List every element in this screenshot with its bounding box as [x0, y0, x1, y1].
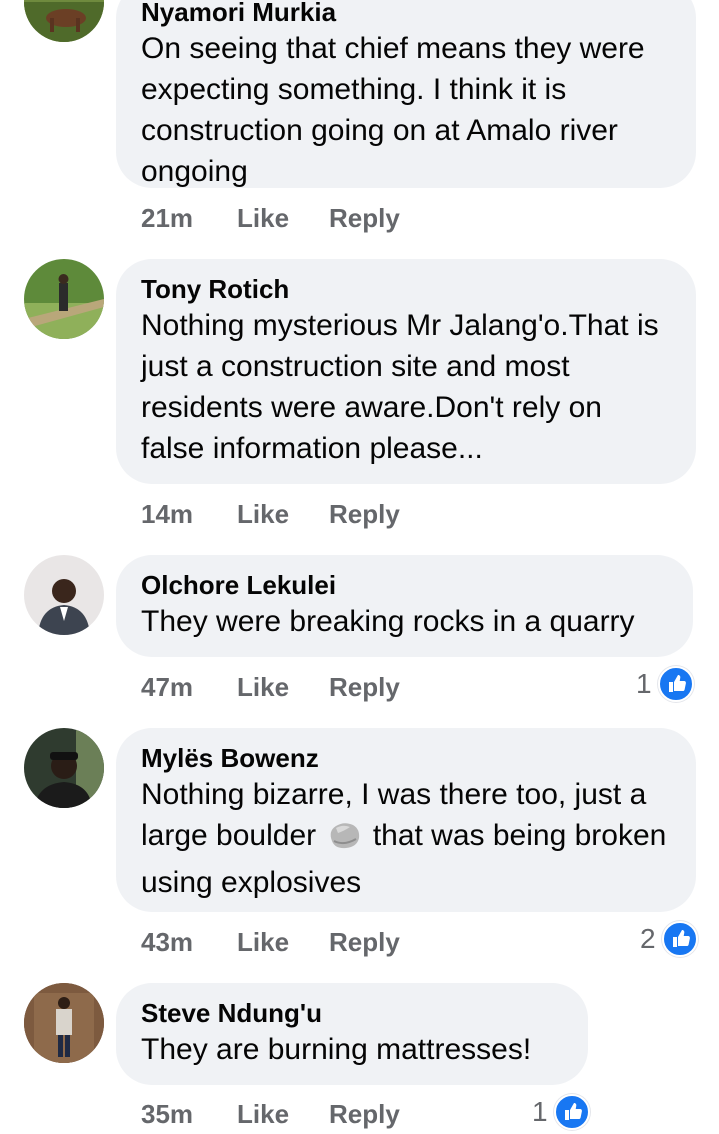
reply-button[interactable]: Reply [329, 203, 400, 234]
reply-button[interactable]: Reply [329, 499, 400, 530]
commenter-avatar[interactable] [24, 983, 104, 1063]
commenter-name[interactable]: Tony Rotich [141, 273, 672, 305]
comment-text: They are burning mattresses! [141, 1033, 532, 1066]
commenter-avatar[interactable] [24, 0, 104, 42]
thumbs-up-icon [553, 1094, 590, 1130]
comment-bubble: Nyamori Murkia On seeing that chief mean… [116, 0, 696, 188]
comment-timestamp[interactable]: 47m [141, 672, 237, 703]
reaction-count: 2 [640, 923, 656, 954]
comment-actions: 43m Like Reply [141, 922, 400, 962]
comment-timestamp[interactable]: 43m [141, 927, 237, 958]
commenter-avatar[interactable] [24, 555, 104, 635]
commenter-name[interactable]: Nyamori Murkia [141, 0, 672, 28]
comment-bubble: Olchore Lekulei They were breaking rocks… [116, 555, 693, 657]
comment-actions: 47m Like Reply [141, 667, 400, 707]
comment-bubble: Tony Rotich Nothing mysterious Mr Jalang… [116, 259, 696, 484]
reaction-summary[interactable]: 2 [640, 919, 698, 959]
commenter-name[interactable]: Mylës Bowenz [141, 742, 672, 774]
comment-actions: 14m Like Reply [141, 494, 400, 534]
comment-text: Nothing bizarre, I was there too, just a… [141, 774, 672, 903]
commenter-avatar[interactable] [24, 259, 104, 339]
comment-text: On seeing that chief means they were exp… [141, 32, 645, 188]
reply-button[interactable]: Reply [329, 927, 400, 958]
reply-button[interactable]: Reply [329, 1099, 400, 1130]
comment-actions: 35m Like Reply [141, 1094, 400, 1134]
reaction-summary[interactable]: 1 [636, 664, 694, 704]
comment-timestamp[interactable]: 14m [141, 499, 237, 530]
reaction-count: 1 [532, 1096, 548, 1127]
commenter-avatar[interactable] [24, 728, 104, 808]
thumbs-up-icon [657, 666, 694, 702]
comment-bubble: Steve Ndung'u They are burning mattresse… [116, 983, 588, 1085]
reaction-count: 1 [636, 668, 652, 699]
comment-text: They were breaking rocks in a quarry [141, 605, 635, 638]
like-button[interactable]: Like [237, 672, 329, 703]
commenter-name[interactable]: Steve Ndung'u [141, 997, 564, 1029]
comment-actions: 21m Like Reply [141, 198, 400, 238]
comment-timestamp[interactable]: 35m [141, 1099, 237, 1130]
commenter-name[interactable]: Olchore Lekulei [141, 569, 669, 601]
comment-timestamp[interactable]: 21m [141, 203, 237, 234]
like-button[interactable]: Like [237, 203, 329, 234]
like-button[interactable]: Like [237, 1099, 329, 1130]
rock-emoji-icon [326, 819, 362, 862]
comment-text: Nothing mysterious Mr Jalang'o.That is j… [141, 309, 659, 465]
like-button[interactable]: Like [237, 927, 329, 958]
comment-bubble: Mylës Bowenz Nothing bizarre, I was ther… [116, 728, 696, 912]
reaction-summary[interactable]: 1 [532, 1092, 590, 1132]
like-button[interactable]: Like [237, 499, 329, 530]
thumbs-up-icon [661, 921, 698, 957]
reply-button[interactable]: Reply [329, 672, 400, 703]
